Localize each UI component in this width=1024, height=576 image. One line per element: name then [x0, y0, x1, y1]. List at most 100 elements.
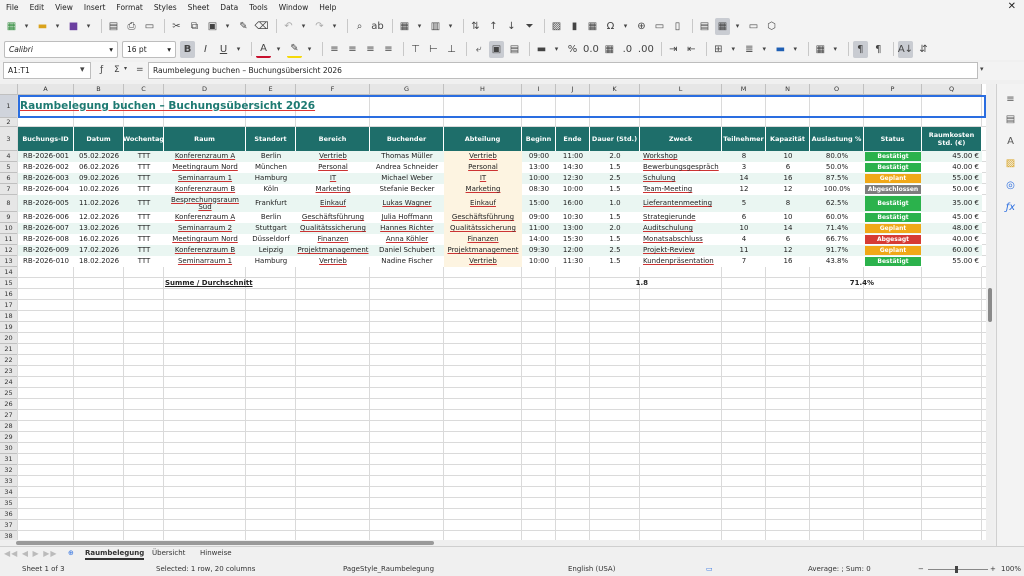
- column-header-k[interactable]: K: [590, 84, 640, 95]
- navigator-icon[interactable]: ◎: [1003, 178, 1018, 193]
- row-header-31[interactable]: 31: [0, 454, 18, 465]
- pivot-table-icon[interactable]: ▦: [585, 18, 600, 35]
- show-draw-functions-icon[interactable]: ⬡: [764, 18, 779, 35]
- menu-help[interactable]: Help: [319, 3, 336, 12]
- styles-icon[interactable]: A: [1003, 134, 1018, 149]
- special-character-icon[interactable]: Ω: [603, 18, 618, 35]
- chart-icon[interactable]: ▮: [567, 18, 582, 35]
- image-icon[interactable]: ▨: [549, 18, 564, 35]
- paste-dropdown-icon[interactable]: ▾: [223, 18, 232, 35]
- row-header-8[interactable]: 8: [0, 195, 18, 212]
- highlight-color-icon[interactable]: ✎: [287, 41, 302, 58]
- row-header-20[interactable]: 20: [0, 333, 18, 344]
- row-header-9[interactable]: 9: [0, 212, 18, 223]
- currency-dropdown-icon[interactable]: ▾: [552, 41, 561, 58]
- column-header-p[interactable]: P: [864, 84, 922, 95]
- align-bottom-icon[interactable]: ⊥: [444, 41, 459, 58]
- row-header-22[interactable]: 22: [0, 355, 18, 366]
- column-header-g[interactable]: G: [370, 84, 444, 95]
- function-wizard-icon[interactable]: ƒ: [100, 65, 103, 75]
- row-icon[interactable]: ▦: [397, 18, 412, 35]
- align-center-icon[interactable]: ≡: [345, 41, 360, 58]
- export-pdf-icon[interactable]: ▤: [106, 18, 121, 35]
- number-format-icon[interactable]: 0.0: [583, 41, 599, 58]
- row-header-33[interactable]: 33: [0, 476, 18, 487]
- functions-icon[interactable]: ƒx: [1003, 200, 1018, 215]
- column-header-i[interactable]: I: [522, 84, 556, 95]
- font-name-combo[interactable]: Calibri ▾: [4, 40, 118, 58]
- sidebar-menu-icon[interactable]: ≡: [1003, 92, 1018, 107]
- sum-dropdown-icon[interactable]: ▾: [124, 65, 127, 72]
- row-header-2[interactable]: 2: [0, 118, 18, 127]
- add-decimal-icon[interactable]: .0: [620, 41, 635, 58]
- align-middle-icon[interactable]: ⊢: [426, 41, 441, 58]
- font-color-icon[interactable]: A: [256, 41, 271, 58]
- column-header-h[interactable]: H: [444, 84, 522, 95]
- align-right-icon[interactable]: ≡: [363, 41, 378, 58]
- row-header-19[interactable]: 19: [0, 322, 18, 333]
- print-icon[interactable]: ⎙: [124, 18, 139, 35]
- row-header-16[interactable]: 16: [0, 289, 18, 300]
- tab-raumbelegung[interactable]: Raumbelegung: [85, 549, 145, 560]
- sheet-nav-arrows-icon[interactable]: ◀◀ ◀ ▶ ▶▶: [4, 549, 58, 558]
- close-document-icon[interactable]: ✕: [1008, 1, 1016, 12]
- column-header-q[interactable]: Q: [922, 84, 982, 95]
- split-window-icon[interactable]: ▭: [746, 18, 761, 35]
- hyperlink-icon[interactable]: ⊕: [634, 18, 649, 35]
- spelling-icon[interactable]: ab: [370, 18, 385, 35]
- font-size-combo[interactable]: 16 pt ▾: [122, 40, 176, 58]
- row-header-3[interactable]: 3: [0, 127, 18, 151]
- borders-dropdown-icon[interactable]: ▾: [729, 41, 738, 58]
- row-header-13[interactable]: 13: [0, 256, 18, 267]
- language[interactable]: English (USA): [568, 565, 615, 573]
- tab-hinweise[interactable]: Hinweise: [200, 549, 232, 557]
- menu-window[interactable]: Window: [279, 3, 309, 12]
- border-style-dropdown-icon[interactable]: ▾: [760, 41, 769, 58]
- tab-uebersicht[interactable]: Übersicht: [152, 549, 185, 557]
- column-header-b[interactable]: B: [74, 84, 124, 95]
- sort-descending-icon[interactable]: ↓: [504, 18, 519, 35]
- horizontal-scroll-thumb[interactable]: [16, 541, 434, 545]
- row-header-32[interactable]: 32: [0, 465, 18, 476]
- menu-sheet[interactable]: Sheet: [188, 3, 210, 12]
- increase-indent-icon[interactable]: ⇥: [666, 41, 681, 58]
- row-header-26[interactable]: 26: [0, 399, 18, 410]
- spreadsheet-grid[interactable]: ABCDEFGHIJKLMNOPQ 1 2 3 4 5 6 7 8 9 10 11 12 13 14 15 1…: [0, 84, 986, 546]
- define-print-area-icon[interactable]: ▤: [697, 18, 712, 35]
- column-header-f[interactable]: F: [296, 84, 370, 95]
- expand-formula-bar-icon[interactable]: ▾: [980, 65, 984, 73]
- zoom-in-icon[interactable]: +: [990, 565, 996, 573]
- row-header-1[interactable]: 1: [0, 95, 18, 118]
- chevron-down-icon[interactable]: ▾: [80, 65, 85, 75]
- column-header-o[interactable]: O: [810, 84, 864, 95]
- vertical-scroll-thumb[interactable]: [988, 288, 992, 322]
- zoom-slider[interactable]: [928, 569, 988, 570]
- sort-icon[interactable]: ⇅: [468, 18, 483, 35]
- row-header-18[interactable]: 18: [0, 311, 18, 322]
- new-icon[interactable]: ▦: [4, 18, 19, 35]
- menu-edit[interactable]: Edit: [30, 3, 45, 12]
- row-header-15[interactable]: 15: [0, 278, 18, 289]
- undo-icon[interactable]: ↶: [281, 18, 296, 35]
- zoom-slider-knob[interactable]: [955, 566, 958, 573]
- menu-view[interactable]: View: [55, 3, 73, 12]
- row-header-37[interactable]: 37: [0, 520, 18, 531]
- asian-layout-icon[interactable]: ⇵: [916, 41, 931, 58]
- row-header-12[interactable]: 12: [0, 245, 18, 256]
- row-header-6[interactable]: 6: [0, 173, 18, 184]
- conditional-dropdown-icon[interactable]: ▾: [831, 41, 840, 58]
- formula-icon[interactable]: =: [136, 65, 144, 75]
- column-dropdown-icon[interactable]: ▾: [446, 18, 455, 35]
- vertical-scrollbar[interactable]: [986, 84, 994, 546]
- autofilter-icon[interactable]: ⏷: [522, 18, 537, 35]
- row-header-11[interactable]: 11: [0, 234, 18, 245]
- row-header-5[interactable]: 5: [0, 162, 18, 173]
- percent-format-icon[interactable]: %: [565, 41, 580, 58]
- properties-icon[interactable]: ▤: [1003, 112, 1018, 127]
- border-color-dropdown-icon[interactable]: ▾: [791, 41, 800, 58]
- row-header-29[interactable]: 29: [0, 432, 18, 443]
- open-dropdown-icon[interactable]: ▾: [53, 18, 62, 35]
- copy-icon[interactable]: ⧉: [187, 18, 202, 35]
- unmerge-icon[interactable]: ▤: [507, 41, 522, 58]
- cut-icon[interactable]: ✂: [169, 18, 184, 35]
